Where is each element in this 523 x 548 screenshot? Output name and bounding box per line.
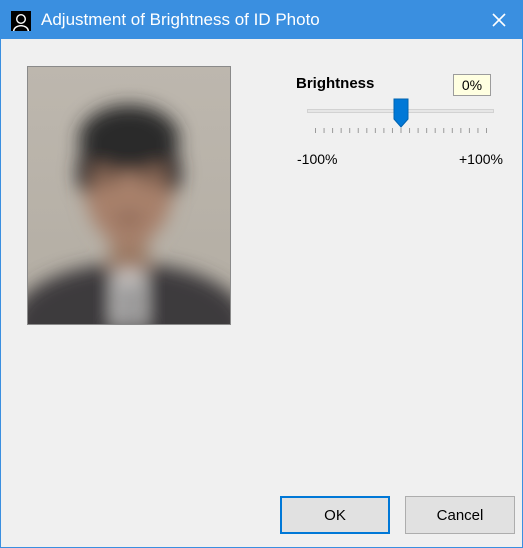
scale-min-label: -100% xyxy=(297,151,338,167)
brightness-slider-thumb[interactable] xyxy=(393,98,409,128)
title-bar[interactable]: Adjustment of Brightness of ID Photo xyxy=(1,1,522,39)
window-title: Adjustment of Brightness of ID Photo xyxy=(41,10,320,29)
cancel-button[interactable]: Cancel xyxy=(405,496,515,534)
slider-tick-marks xyxy=(315,128,487,133)
brightness-label: Brightness xyxy=(296,75,375,92)
id-photo-preview xyxy=(27,66,231,325)
scale-max-label: +100% xyxy=(459,151,503,167)
close-icon xyxy=(492,13,506,27)
person-silhouette-icon xyxy=(11,11,31,31)
close-button[interactable] xyxy=(476,1,522,39)
ok-button[interactable]: OK xyxy=(280,496,390,534)
dialog-window: Adjustment of Brightness of ID Photo Bri… xyxy=(0,0,523,548)
brightness-value-field[interactable]: 0% xyxy=(453,74,491,96)
